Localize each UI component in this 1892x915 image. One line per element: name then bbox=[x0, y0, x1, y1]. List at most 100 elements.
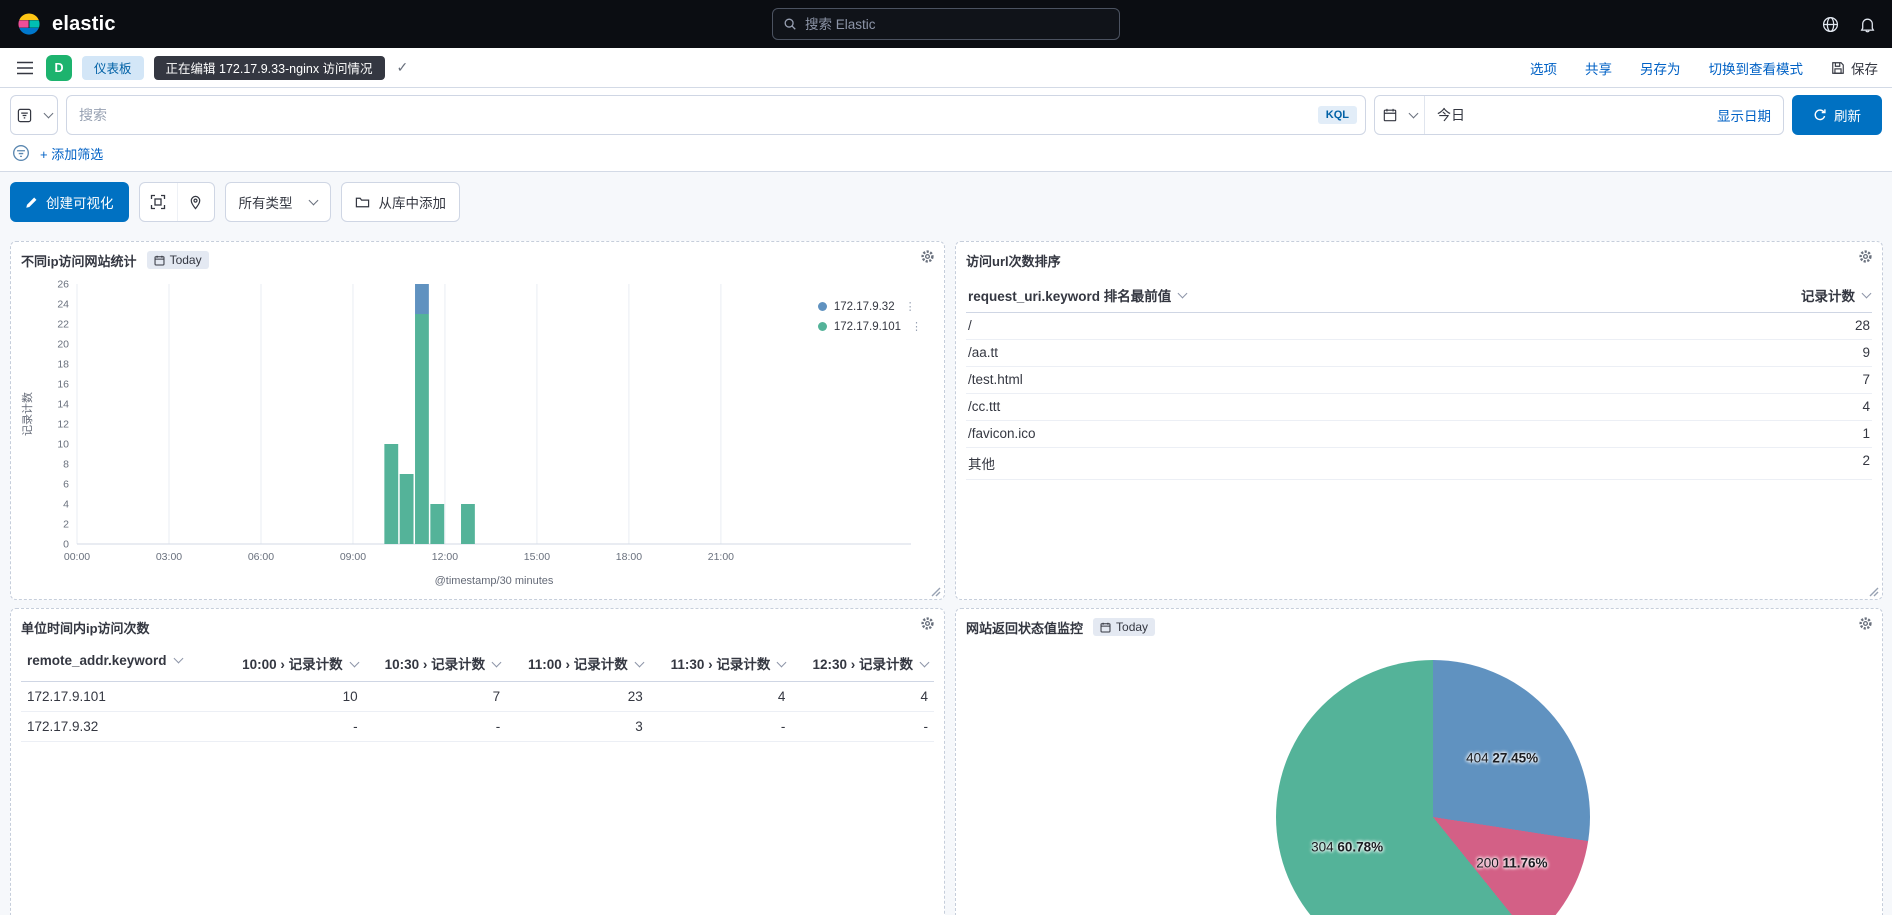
column-header-url[interactable]: request_uri.keyword 排名最前值 bbox=[968, 285, 1188, 305]
create-visualization-label: 创建可视化 bbox=[46, 196, 114, 211]
panel-title[interactable]: 单位时间内ip访问次数 bbox=[21, 618, 150, 637]
panel-title[interactable]: 网站返回状态值监控 bbox=[966, 618, 1083, 637]
add-from-library-button[interactable]: 从库中添加 bbox=[340, 182, 460, 222]
legend-color-dot bbox=[817, 302, 827, 311]
count-cell: 10 bbox=[221, 682, 364, 712]
date-range-value[interactable]: 今日 bbox=[1425, 105, 1477, 125]
pie-slice-label: 304 60.78% bbox=[1311, 839, 1384, 855]
svg-text:20: 20 bbox=[57, 339, 69, 351]
switch-to-view-mode-button[interactable]: 切换到查看模式 bbox=[1709, 58, 1804, 78]
count-cell: 7 bbox=[1862, 372, 1870, 387]
svg-text:@timestamp/30 minutes: @timestamp/30 minutes bbox=[435, 575, 554, 587]
table-row: /test.html 7 bbox=[966, 367, 1872, 394]
notifications-icon[interactable] bbox=[1859, 16, 1876, 33]
show-dates-button[interactable]: 显示日期 bbox=[1717, 105, 1783, 125]
panel-settings-icon[interactable] bbox=[1858, 249, 1873, 264]
table-row: / 28 bbox=[966, 313, 1872, 340]
column-header[interactable]: 12:30 › 记录计数 bbox=[791, 645, 934, 682]
breadcrumb-dashboards[interactable]: 仪表板 bbox=[82, 55, 144, 80]
panel-settings-icon[interactable] bbox=[1858, 616, 1873, 631]
chevron-down-icon bbox=[776, 657, 787, 668]
legend-menu-icon[interactable]: ⋮ bbox=[911, 320, 922, 333]
save-as-button[interactable]: 另存为 bbox=[1640, 58, 1681, 78]
chevron-down-icon bbox=[919, 657, 930, 668]
saved-query-menu-button[interactable] bbox=[10, 95, 58, 135]
svg-text:记录计数: 记录计数 bbox=[21, 392, 34, 436]
add-control-button[interactable] bbox=[140, 183, 177, 221]
svg-text:16: 16 bbox=[57, 379, 69, 391]
refresh-button[interactable]: 刷新 bbox=[1792, 95, 1882, 135]
table-row: /cc.ttt 4 bbox=[966, 394, 1872, 421]
count-cell: 9 bbox=[1862, 345, 1870, 360]
navbar-actions: 选项 共享 另存为 切换到查看模式 保存 bbox=[1530, 58, 1878, 78]
column-header-count[interactable]: 记录计数 bbox=[1801, 285, 1872, 305]
share-button[interactable]: 共享 bbox=[1585, 58, 1612, 78]
app-navbar: D 仪表板 正在编辑 172.17.9.33-nginx 访问情况 ✓ 选项 共… bbox=[0, 48, 1892, 88]
column-header[interactable]: 11:30 › 记录计数 bbox=[648, 645, 792, 682]
svg-text:14: 14 bbox=[57, 399, 69, 411]
add-filter-button[interactable]: + 添加筛选 bbox=[40, 144, 103, 163]
chevron-down-icon bbox=[43, 108, 53, 119]
column-header[interactable]: 10:00 › 记录计数 bbox=[221, 645, 364, 682]
pie-slice-label: 404 27.45% bbox=[1466, 750, 1539, 766]
column-header[interactable]: 10:30 › 记录计数 bbox=[363, 645, 507, 682]
legend-menu-icon[interactable]: ⋮ bbox=[905, 300, 916, 313]
edit-toolbar: 创建可视化 所有类型 从库中添加 bbox=[10, 182, 1882, 222]
count-cell: - bbox=[648, 712, 792, 742]
calendar-icon bbox=[1383, 108, 1397, 122]
svg-text:03:00: 03:00 bbox=[156, 551, 182, 563]
url-cell: /aa.tt bbox=[968, 345, 999, 360]
svg-text:2: 2 bbox=[63, 519, 69, 531]
calendar-icon bbox=[1100, 622, 1111, 633]
global-search-input[interactable] bbox=[805, 16, 1109, 32]
column-header[interactable]: remote_addr.keyword bbox=[21, 645, 221, 682]
toolbar-icon-group bbox=[138, 182, 215, 222]
panel-title[interactable]: 访问url次数排序 bbox=[966, 251, 1061, 270]
svg-text:09:00: 09:00 bbox=[340, 551, 366, 563]
resize-handle-icon[interactable] bbox=[930, 586, 941, 597]
chevron-down-icon bbox=[173, 653, 184, 664]
legend-item[interactable]: 172.17.9.101 ⋮ bbox=[817, 320, 922, 333]
panel-settings-icon[interactable] bbox=[920, 616, 935, 631]
kql-badge[interactable]: KQL bbox=[1317, 106, 1357, 124]
add-annotation-button[interactable] bbox=[176, 183, 214, 221]
svg-text:10: 10 bbox=[57, 439, 69, 451]
svg-text:18:00: 18:00 bbox=[616, 551, 642, 563]
ip-cell: 172.17.9.101 bbox=[21, 682, 221, 712]
count-cell: 4 bbox=[1862, 399, 1870, 414]
svg-text:24: 24 bbox=[57, 299, 69, 311]
date-picker-menu-button[interactable] bbox=[1375, 96, 1425, 134]
url-cell: /cc.ttt bbox=[968, 399, 1001, 414]
chevron-down-icon bbox=[634, 657, 645, 668]
save-button[interactable]: 保存 bbox=[1831, 58, 1878, 78]
space-avatar[interactable]: D bbox=[46, 54, 72, 81]
breadcrumb-current: 正在编辑 172.17.9.33-nginx 访问情况 bbox=[153, 55, 385, 80]
time-range-label: Today bbox=[1116, 620, 1149, 634]
resize-handle-icon[interactable] bbox=[1868, 586, 1879, 597]
calendar-icon bbox=[154, 255, 165, 266]
panel-status-pie: 网站返回状态值监控 Today 404 27.45% 200 11.76% 304 … bbox=[955, 608, 1883, 915]
panel-ip-stats: 不同ip访问网站统计 Today 00:00 03:00 06:00 09:00 12:… bbox=[10, 241, 945, 600]
legend-item[interactable]: 172.17.9.32 ⋮ bbox=[817, 300, 922, 313]
svg-text:8: 8 bbox=[63, 459, 69, 471]
create-visualization-button[interactable]: 创建可视化 bbox=[10, 182, 129, 222]
column-header[interactable]: 11:00 › 记录计数 bbox=[506, 645, 649, 682]
time-range-label: Today bbox=[169, 253, 202, 267]
add-from-library-label: 从库中添加 bbox=[378, 196, 447, 211]
options-button[interactable]: 选项 bbox=[1530, 58, 1557, 78]
query-input[interactable]: KQL bbox=[66, 95, 1366, 135]
brand-text: elastic bbox=[52, 12, 116, 35]
filter-icon[interactable] bbox=[12, 144, 30, 162]
globe-icon[interactable] bbox=[1822, 16, 1839, 33]
url-cell: 其他 bbox=[968, 457, 995, 472]
menu-icon[interactable] bbox=[14, 59, 36, 77]
all-types-dropdown[interactable]: 所有类型 bbox=[224, 182, 331, 222]
panel-title[interactable]: 不同ip访问网站统计 bbox=[21, 251, 137, 270]
panel-settings-icon[interactable] bbox=[920, 249, 935, 264]
pie-slice-label: 200 11.76% bbox=[1476, 855, 1548, 870]
query-text-input[interactable] bbox=[79, 107, 1318, 123]
chevron-down-icon bbox=[1177, 288, 1188, 299]
chevron-down-icon bbox=[491, 657, 502, 668]
global-search[interactable] bbox=[772, 8, 1120, 40]
count-cell: - bbox=[791, 712, 934, 742]
